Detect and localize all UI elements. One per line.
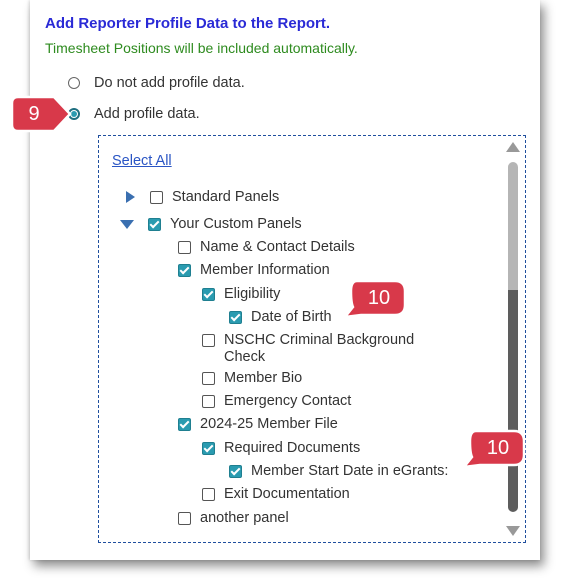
tree-node-label: Member Start Date in eGrants:: [251, 463, 449, 479]
tree-node-label: Standard Panels: [172, 189, 280, 205]
tree-node-another-panel[interactable]: another panel: [178, 510, 289, 527]
checkbox[interactable]: [178, 512, 191, 525]
checkbox[interactable]: [202, 334, 215, 347]
tree-node-label: another panel: [200, 510, 289, 526]
radio-add-profile-data[interactable]: Add profile data.: [68, 106, 200, 122]
scrollbar-thumb[interactable]: [508, 290, 518, 512]
checkbox[interactable]: [202, 442, 215, 455]
vertical-scrollbar[interactable]: [506, 140, 520, 538]
checkbox[interactable]: [229, 465, 242, 478]
tree-node-label: Exit Documentation: [224, 486, 350, 502]
callout-arrow-shape: [10, 95, 72, 133]
tree-node-label: Your Custom Panels: [170, 216, 302, 232]
callout-badge-10-upper: 10: [342, 279, 407, 319]
checkbox[interactable]: [202, 395, 215, 408]
tree-node-nschc-criminal-background-check[interactable]: NSCHC Criminal Background Check: [202, 332, 452, 366]
tree-node-label: Required Documents: [224, 440, 361, 456]
tree-node-label: Emergency Contact: [224, 393, 352, 409]
tree-node-member-start-date[interactable]: Member Start Date in eGrants:: [229, 463, 448, 480]
tree-node-label: Name & Contact Details: [200, 239, 355, 255]
callout-number: 10: [367, 286, 391, 309]
collapse-arrow-icon[interactable]: [120, 218, 134, 230]
tree-node-2024-25-member-file[interactable]: 2024-25 Member File: [178, 416, 338, 433]
checkbox[interactable]: [229, 311, 242, 324]
select-all-link[interactable]: Select All: [112, 153, 172, 169]
radio-label: Do not add profile data.: [94, 75, 245, 91]
radio-no-profile-data[interactable]: Do not add profile data.: [68, 75, 245, 91]
callout-badge-9: 9: [10, 95, 72, 133]
callout-number: 10: [486, 436, 510, 459]
tree-node-your-custom-panels[interactable]: Your Custom Panels: [120, 216, 302, 233]
checkbox[interactable]: [202, 288, 215, 301]
scroll-up-arrow-icon[interactable]: [506, 142, 520, 152]
tree-node-label: Date of Birth: [251, 309, 332, 325]
radio-button[interactable]: [68, 77, 80, 89]
expand-arrow-icon[interactable]: [124, 191, 136, 203]
tree-node-date-of-birth[interactable]: Date of Birth: [229, 309, 332, 326]
tree-node-exit-documentation[interactable]: Exit Documentation: [202, 486, 350, 503]
tree-node-label: Member Bio: [224, 370, 303, 386]
checkbox[interactable]: [150, 191, 163, 204]
checkbox[interactable]: [148, 218, 161, 231]
tree-node-name-contact-details[interactable]: Name & Contact Details: [178, 239, 355, 256]
checkbox[interactable]: [202, 488, 215, 501]
checkbox[interactable]: [202, 372, 215, 385]
tree-node-label: Eligibility: [224, 286, 281, 302]
tree-node-eligibility[interactable]: Eligibility: [202, 286, 280, 303]
tree-node-label: NSCHC Criminal Background Check: [224, 332, 415, 365]
callout-number: 9: [28, 102, 40, 125]
section-title: Add Reporter Profile Data to the Report.: [45, 15, 331, 32]
section-subtitle: Timesheet Positions will be included aut…: [45, 40, 358, 56]
tree-node-member-bio[interactable]: Member Bio: [202, 370, 302, 387]
tree-node-member-information[interactable]: Member Information: [178, 262, 330, 279]
tree-node-standard-panels[interactable]: Standard Panels: [124, 189, 279, 206]
radio-label: Add profile data.: [94, 106, 200, 122]
tree-node-label: 2024-25 Member File: [200, 416, 338, 432]
tree-node-required-documents[interactable]: Required Documents: [202, 440, 360, 457]
callout-badge-10-lower: 10: [461, 429, 526, 469]
tree-node-emergency-contact[interactable]: Emergency Contact: [202, 393, 351, 410]
scroll-down-arrow-icon[interactable]: [506, 526, 520, 536]
scrollbar-track-upper[interactable]: [508, 162, 518, 292]
checkbox[interactable]: [178, 241, 191, 254]
tree-node-label: Member Information: [200, 262, 330, 278]
checkbox[interactable]: [178, 418, 191, 431]
checkbox[interactable]: [178, 264, 191, 277]
